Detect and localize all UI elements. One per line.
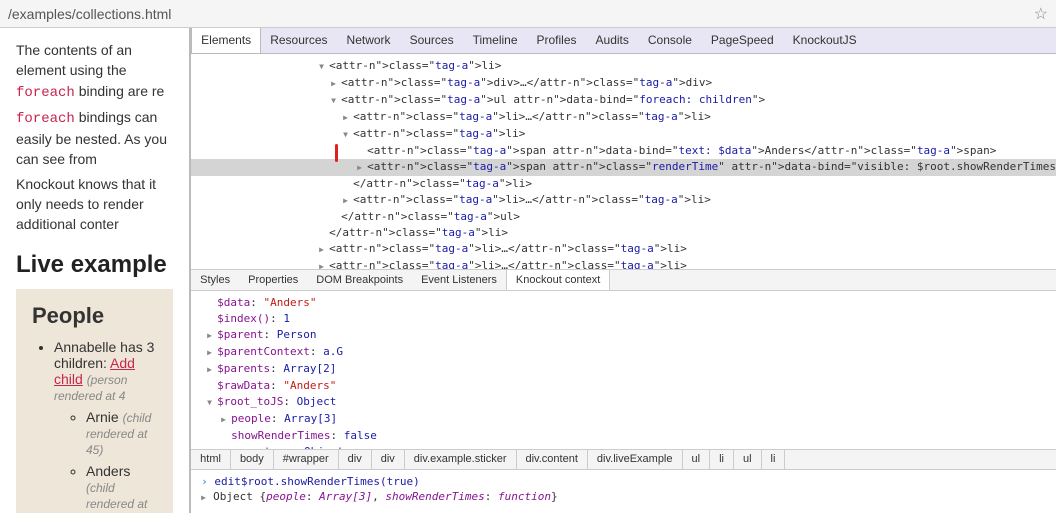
sidebar-tab-knockout-context[interactable]: Knockout context — [506, 270, 610, 290]
context-property[interactable]: __proto__: Object — [201, 444, 1046, 449]
dom-node[interactable]: <attr-n">class="tag-a">li>…</attr-n">cla… — [191, 192, 1056, 209]
devtools-tab-elements[interactable]: Elements — [191, 28, 261, 53]
breadcrumb-item[interactable]: html — [191, 450, 231, 469]
context-property[interactable]: $data: "Anders" — [201, 295, 1046, 311]
breadcrumb-item[interactable]: div.example.sticker — [405, 450, 517, 469]
dom-node[interactable]: </attr-n">class="tag-a">ul> — [191, 209, 1056, 225]
breadcrumb-item[interactable]: div.liveExample — [588, 450, 683, 469]
devtools-tab-timeline[interactable]: Timeline — [464, 28, 528, 53]
dom-node[interactable]: <attr-n">class="tag-a">span attr-n">clas… — [191, 159, 1056, 176]
section-heading: Live example — [16, 251, 173, 279]
dom-node[interactable]: <attr-n">class="tag-a">li>…</attr-n">cla… — [191, 258, 1056, 269]
devtools-tab-pagespeed[interactable]: PageSpeed — [702, 28, 784, 53]
context-property[interactable]: $parent: Person — [201, 327, 1046, 344]
bookmark-star-icon[interactable]: ☆ — [1034, 4, 1048, 24]
breadcrumb-item[interactable]: li — [762, 450, 786, 469]
render-hint: (child rendered at 45) — [86, 481, 147, 513]
devtools-tab-profiles[interactable]: Profiles — [528, 28, 587, 53]
dom-node[interactable]: <attr-n">class="tag-a">li> — [191, 58, 1056, 75]
context-property[interactable]: $rawData: "Anders" — [201, 378, 1046, 394]
devtools-tab-knockoutjs[interactable]: KnockoutJS — [784, 28, 867, 53]
breadcrumb-item[interactable]: div.content — [517, 450, 588, 469]
dom-node[interactable]: <attr-n">class="tag-a">li>…</attr-n">cla… — [191, 241, 1056, 258]
context-property[interactable]: $root_toJS: Object — [201, 394, 1046, 411]
breadcrumb-item[interactable]: li — [710, 450, 734, 469]
devtools-tabs: ElementsResourcesNetworkSourcesTimelineP… — [191, 28, 1056, 54]
breadcrumb-item[interactable]: div — [339, 450, 372, 469]
live-example-box: People Annabelle has 3 children: Add chi… — [16, 289, 173, 513]
devtools-panel: ElementsResourcesNetworkSourcesTimelineP… — [191, 28, 1056, 513]
breadcrumb-item[interactable]: body — [231, 450, 274, 469]
content-paragraph: foreach bindings can easily be nested. A… — [16, 107, 173, 170]
sidebar-tab-styles[interactable]: Styles — [191, 270, 239, 290]
url-path: /examples/collections.html — [8, 6, 171, 22]
sidebar-tab-dom-breakpoints[interactable]: DOM Breakpoints — [307, 270, 412, 290]
knockout-context-pane[interactable]: $data: "Anders"$index(): 1$parent: Perso… — [191, 291, 1056, 449]
page-content: The contents of an element using the for… — [0, 28, 191, 513]
dom-node[interactable]: </attr-n">class="tag-a">li> — [191, 225, 1056, 241]
dom-node[interactable]: </attr-n">class="tag-a">li> — [191, 176, 1056, 192]
devtools-tab-network[interactable]: Network — [338, 28, 401, 53]
devtools-tab-sources[interactable]: Sources — [401, 28, 464, 53]
content-paragraph: Knockout knows that it only needs to ren… — [16, 174, 173, 235]
context-property[interactable]: showRenderTimes: false — [201, 428, 1046, 444]
elements-tree[interactable]: <attr-n">class="tag-a">li><attr-n">class… — [191, 54, 1056, 269]
context-property[interactable]: people: Array[3] — [201, 411, 1046, 428]
console-pane[interactable]: › edit$root.showRenderTimes(true) Object… — [191, 469, 1056, 513]
dom-node[interactable]: <attr-n">class="tag-a">li>…</attr-n">cla… — [191, 109, 1056, 126]
devtools-tab-audits[interactable]: Audits — [587, 28, 639, 53]
example-title: People — [32, 303, 157, 329]
context-property[interactable]: $parentContext: a.G — [201, 344, 1046, 361]
devtools-tab-console[interactable]: Console — [639, 28, 702, 53]
breadcrumb-bar: htmlbody#wrapperdivdivdiv.example.sticke… — [191, 449, 1056, 469]
breadcrumb-item[interactable]: ul — [734, 450, 762, 469]
dom-node[interactable]: <attr-n">class="tag-a">div>…</attr-n">cl… — [191, 75, 1056, 92]
context-property[interactable]: $parents: Array[2] — [201, 361, 1046, 378]
breadcrumb-item[interactable]: div — [372, 450, 405, 469]
devtools-tab-resources[interactable]: Resources — [261, 28, 337, 53]
child-item: Arnie (child rendered at 45) — [86, 409, 157, 457]
dom-node[interactable]: <attr-n">class="tag-a">ul attr-n">data-b… — [191, 92, 1056, 109]
child-item: Anders (child rendered at 45) — [86, 463, 157, 513]
sidebar-tab-event-listeners[interactable]: Event Listeners — [412, 270, 506, 290]
sidebar-tab-properties[interactable]: Properties — [239, 270, 307, 290]
sidebar-tabs: StylesPropertiesDOM BreakpointsEvent Lis… — [191, 269, 1056, 291]
content-paragraph: The contents of an element using the for… — [16, 40, 173, 103]
breadcrumb-item[interactable]: #wrapper — [274, 450, 339, 469]
dom-node[interactable]: <attr-n">class="tag-a">li> — [191, 126, 1056, 143]
dom-node[interactable]: <attr-n">class="tag-a">span attr-n">data… — [191, 143, 1056, 159]
person-item: Annabelle has 3 children: Add child (per… — [54, 339, 157, 513]
context-property[interactable]: $index(): 1 — [201, 311, 1046, 327]
breadcrumb-item[interactable]: ul — [683, 450, 711, 469]
